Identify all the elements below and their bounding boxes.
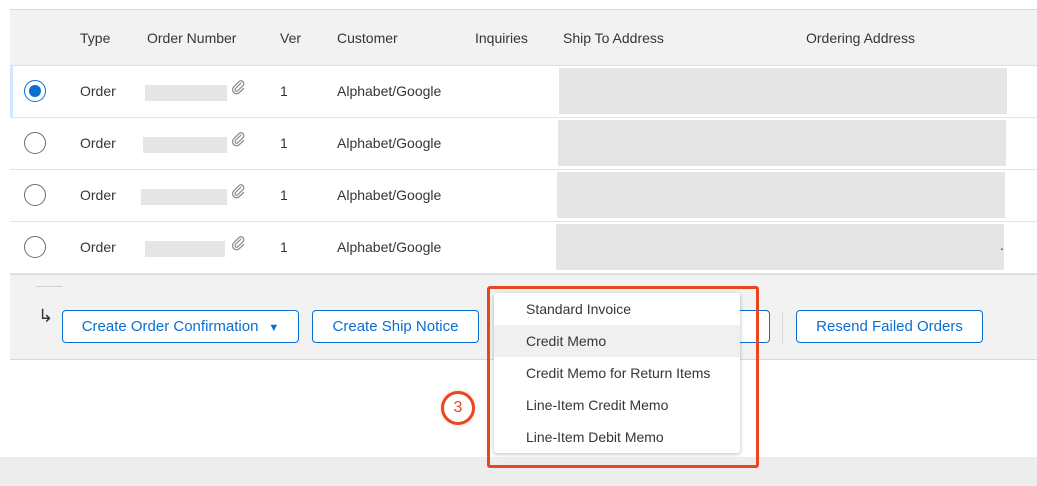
- cell-customer[interactable]: Alphabet/Google: [337, 170, 441, 221]
- orders-table: Type Order Number Ver Customer Inquiries…: [10, 10, 1037, 274]
- cell-type: Order: [80, 135, 116, 151]
- order-number-redacted: [145, 85, 227, 101]
- header-customer[interactable]: Customer: [337, 10, 398, 66]
- row-select-radio[interactable]: [24, 80, 46, 102]
- resend-failed-orders-button[interactable]: Resend Failed Orders: [796, 310, 983, 343]
- address-redacted: [556, 224, 1004, 270]
- chevron-down-icon: ▼: [268, 322, 280, 334]
- cell-type: Order: [80, 187, 116, 203]
- row-select-radio[interactable]: [24, 236, 46, 258]
- header-inquiries[interactable]: Inquiries: [475, 10, 528, 66]
- paperclip-icon[interactable]: [230, 79, 246, 95]
- row-select-radio[interactable]: [24, 132, 46, 154]
- cell-customer[interactable]: Alphabet/Google: [337, 222, 441, 273]
- row-select-radio[interactable]: [24, 184, 46, 206]
- header-ver[interactable]: Ver: [280, 10, 301, 66]
- create-order-confirmation-label: Create Order Confirmation: [81, 318, 259, 335]
- resend-failed-orders-label: Resend Failed Orders: [816, 318, 963, 335]
- header-type[interactable]: Type: [80, 10, 110, 66]
- cell-ver: 1: [280, 135, 288, 151]
- table-header: Type Order Number Ver Customer Inquiries…: [10, 10, 1037, 66]
- toolbar-divider: [36, 286, 62, 287]
- address-redacted: [559, 68, 1007, 114]
- cell-ver: 1: [280, 83, 288, 99]
- cell-customer[interactable]: Alphabet/Google: [337, 118, 441, 169]
- cell-ver: 1: [280, 187, 288, 203]
- table-row[interactable]: Order 1 Alphabet/Google .: [10, 222, 1037, 274]
- paperclip-icon[interactable]: [230, 235, 246, 251]
- create-ship-notice-label: Create Ship Notice: [332, 318, 459, 335]
- header-order-number[interactable]: Order Number: [147, 10, 236, 66]
- cell-type: Order: [80, 239, 116, 255]
- cell-customer[interactable]: Alphabet/Google: [337, 66, 441, 117]
- header-ship-to-address[interactable]: Ship To Address: [563, 10, 664, 66]
- annotation-step-badge: 3: [441, 391, 475, 425]
- annotation-highlight-box: [487, 286, 759, 468]
- create-ship-notice-button[interactable]: Create Ship Notice: [312, 310, 479, 343]
- order-number-redacted: [141, 189, 227, 205]
- row-trailing-mark: .: [1000, 237, 1004, 253]
- table-row[interactable]: Order 1 Alphabet/Google: [10, 170, 1037, 222]
- paperclip-icon[interactable]: [230, 131, 246, 147]
- table-row[interactable]: Order 1 Alphabet/Google: [10, 66, 1037, 118]
- paperclip-icon[interactable]: [230, 183, 246, 199]
- toolbar-separator: [782, 311, 783, 344]
- cell-type: Order: [80, 83, 116, 99]
- order-number-redacted: [143, 137, 227, 153]
- table-row[interactable]: Order 1 Alphabet/Google: [10, 118, 1037, 170]
- address-redacted: [558, 120, 1006, 166]
- order-number-redacted: [145, 241, 225, 257]
- return-arrow-icon: ↳: [38, 306, 54, 326]
- header-ordering-address[interactable]: Ordering Address: [806, 10, 915, 66]
- cell-ver: 1: [280, 239, 288, 255]
- address-redacted: [557, 172, 1005, 218]
- create-order-confirmation-button[interactable]: Create Order Confirmation ▼: [62, 310, 299, 343]
